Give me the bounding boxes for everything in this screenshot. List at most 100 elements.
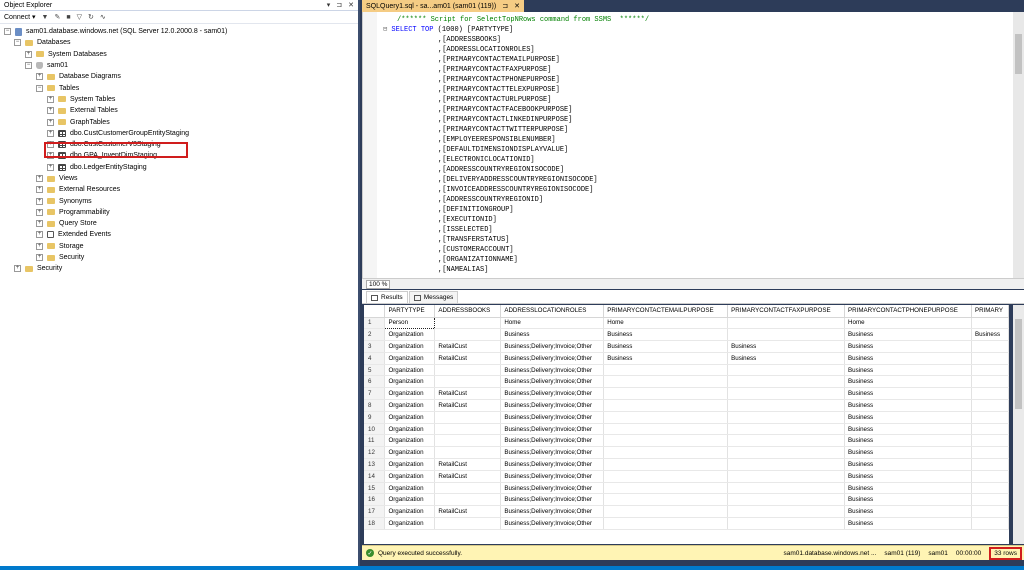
table-row[interactable]: 17 Organization RetailCust Business;Deliver…: [364, 505, 1009, 519]
table-row[interactable]: 11 Organization Business;Delivery;Invoice;…: [364, 434, 1009, 448]
table-cell[interactable]: [727, 411, 846, 424]
table-cell[interactable]: Business: [844, 352, 972, 365]
table-row[interactable]: 9 Organization Business;Delivery;Invoice;O…: [364, 411, 1009, 424]
collapse-icon[interactable]: −: [14, 39, 21, 47]
dropdown-icon[interactable]: ▾: [327, 1, 331, 9]
table-cell[interactable]: [971, 505, 1009, 519]
expand-icon[interactable]: +: [47, 107, 54, 115]
table-cell[interactable]: [971, 317, 1009, 330]
expand-icon[interactable]: +: [36, 220, 43, 228]
column-header[interactable]: ADDRESSLOCATIONROLES: [500, 305, 605, 318]
column-header[interactable]: ADDRESSBOOKS: [434, 305, 502, 318]
table-cell[interactable]: Person: [384, 316, 436, 330]
tree-node-programmability[interactable]: + Programmability: [0, 207, 358, 218]
table-cell[interactable]: Business;Delivery;Invoice;Other: [500, 517, 605, 530]
collapse-icon[interactable]: −: [4, 28, 11, 36]
table-cell[interactable]: Business: [844, 446, 972, 460]
table-cell[interactable]: Business: [844, 387, 972, 401]
table-cell[interactable]: [603, 411, 729, 424]
table-row[interactable]: 7 Organization RetailCust Business;Delivery…: [364, 387, 1009, 401]
table-cell[interactable]: Home: [500, 317, 605, 330]
table-cell[interactable]: Business: [844, 375, 972, 389]
table-cell[interactable]: Business: [971, 328, 1009, 342]
tree-node-databases[interactable]: − Databases: [0, 37, 358, 48]
table-cell[interactable]: [727, 387, 846, 401]
table-cell[interactable]: Business: [844, 434, 972, 448]
table-cell[interactable]: [727, 482, 846, 495]
table-cell[interactable]: Organization: [384, 364, 436, 377]
row-number[interactable]: 15: [364, 482, 386, 495]
activity-icon[interactable]: ∿: [100, 13, 106, 21]
table-cell[interactable]: Home: [603, 317, 729, 330]
table-cell[interactable]: [971, 517, 1009, 530]
table-cell[interactable]: [971, 423, 1009, 436]
scroll-thumb[interactable]: [1015, 34, 1022, 74]
filter-icon[interactable]: ▽: [77, 13, 82, 21]
table-row[interactable]: 10 Organization Business;Delivery;Invoice;…: [364, 423, 1009, 436]
table-cell[interactable]: [971, 458, 1009, 471]
refresh-icon[interactable]: ↻: [88, 13, 94, 21]
table-cell[interactable]: Business: [844, 411, 972, 424]
table-cell[interactable]: Business: [844, 505, 972, 519]
table-cell[interactable]: Organization: [384, 387, 436, 401]
table-cell[interactable]: Business;Delivery;Invoice;Other: [500, 352, 605, 365]
collapse-icon[interactable]: −: [36, 84, 43, 92]
connect-icon[interactable]: ▼: [42, 14, 49, 21]
tree-node-extended-events[interactable]: + Extended Events: [0, 229, 358, 240]
collapse-icon[interactable]: −: [25, 62, 32, 70]
table-cell[interactable]: [727, 493, 846, 507]
table-cell[interactable]: [603, 517, 729, 530]
table-cell[interactable]: [727, 470, 846, 483]
sql-editor[interactable]: /****** Script for SelectTopNRows comman…: [362, 12, 1024, 278]
row-number[interactable]: 10: [364, 423, 386, 436]
expand-icon[interactable]: +: [47, 118, 54, 126]
table-cell[interactable]: Organization: [384, 470, 436, 483]
expand-icon[interactable]: +: [36, 208, 43, 216]
close-icon[interactable]: ✕: [348, 1, 354, 9]
table-cell[interactable]: RetailCust: [434, 470, 502, 483]
table-cell[interactable]: Business: [603, 352, 729, 365]
table-cell[interactable]: [603, 375, 729, 389]
table-cell[interactable]: [434, 482, 502, 495]
table-cell[interactable]: RetailCust: [434, 399, 502, 412]
table-cell[interactable]: Business: [603, 328, 729, 342]
table-cell[interactable]: Business;Delivery;Invoice;Other: [500, 340, 605, 353]
table-cell[interactable]: [603, 423, 729, 436]
table-cell[interactable]: [727, 505, 846, 519]
expand-icon[interactable]: +: [25, 50, 32, 58]
table-cell[interactable]: Organization: [384, 340, 436, 353]
table-cell[interactable]: Business: [844, 493, 972, 507]
pin-icon[interactable]: ⊐: [336, 1, 342, 9]
row-number[interactable]: 18: [364, 517, 386, 530]
table-cell[interactable]: [434, 517, 502, 530]
table-cell[interactable]: [434, 375, 502, 389]
table-cell[interactable]: Business;Delivery;Invoice;Other: [500, 505, 605, 519]
table-row[interactable]: 5 Organization Business;Delivery;Invoice;O…: [364, 364, 1009, 377]
table-cell[interactable]: [971, 375, 1009, 389]
expand-icon[interactable]: +: [36, 254, 43, 262]
table-cell[interactable]: Organization: [384, 411, 436, 424]
row-number-header[interactable]: [364, 305, 386, 318]
table-cell[interactable]: [727, 434, 846, 448]
table-cell[interactable]: RetailCust: [434, 352, 502, 365]
table-cell[interactable]: Organization: [384, 375, 436, 389]
table-cell[interactable]: Organization: [384, 458, 436, 471]
table-cell[interactable]: Business;Delivery;Invoice;Other: [500, 399, 605, 412]
expand-icon[interactable]: +: [36, 73, 43, 81]
table-cell[interactable]: [971, 352, 1009, 365]
table-cell[interactable]: [603, 434, 729, 448]
table-cell[interactable]: [434, 423, 502, 436]
table-cell[interactable]: [971, 387, 1009, 401]
column-header[interactable]: PRIMARYCONTACTFAXPURPOSE: [727, 305, 846, 318]
expand-icon[interactable]: +: [47, 163, 54, 171]
expand-icon[interactable]: +: [36, 186, 43, 194]
row-number[interactable]: 4: [364, 352, 386, 365]
table-cell[interactable]: Business;Delivery;Invoice;Other: [500, 423, 605, 436]
table-row[interactable]: 1 Person Home Home Home: [364, 316, 1009, 330]
table-cell[interactable]: [971, 340, 1009, 353]
table-cell[interactable]: [603, 458, 729, 471]
stop-icon[interactable]: ■: [66, 14, 70, 21]
table-cell[interactable]: Business;Delivery;Invoice;Other: [500, 375, 605, 389]
table-row[interactable]: 18 Organization Business;Delivery;Invoice;…: [364, 517, 1009, 530]
expand-icon[interactable]: +: [47, 95, 54, 103]
